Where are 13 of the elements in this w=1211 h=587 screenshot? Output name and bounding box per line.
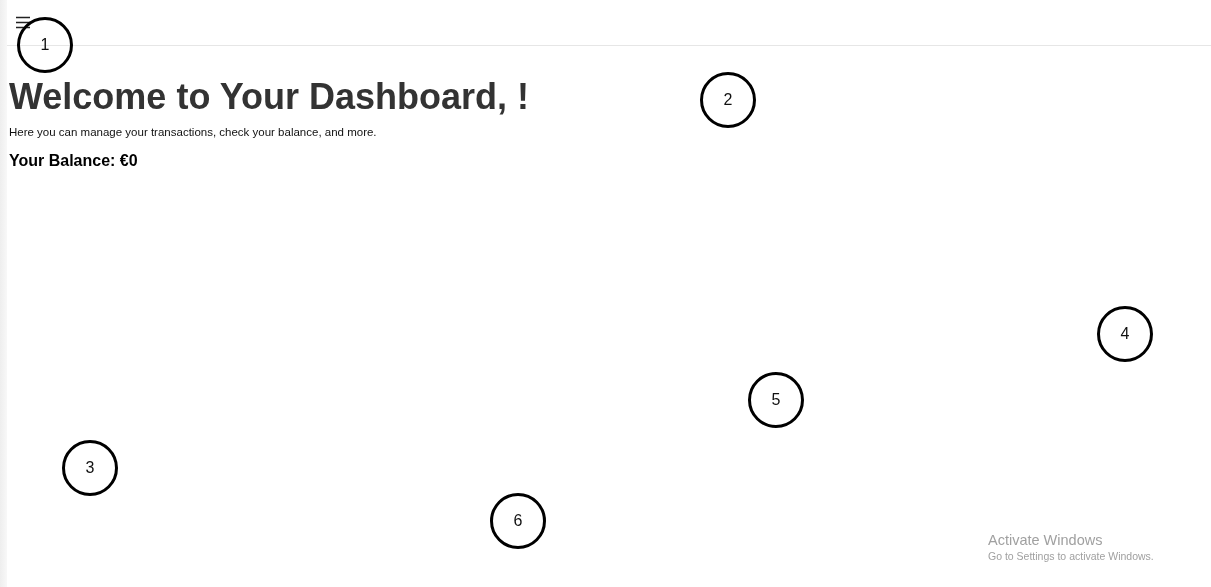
balance-text: Your Balance: €0 — [9, 152, 139, 170]
numbered-callout: 2 — [700, 72, 756, 128]
numbered-callout: 5 — [748, 372, 804, 428]
menu-button[interactable] — [14, 14, 32, 31]
menu-icon — [16, 16, 30, 29]
numbered-callout: 6 — [490, 493, 546, 549]
activation-title: Activate Windows — [988, 532, 1104, 548]
numbered-callout: 3 — [62, 440, 118, 496]
numbered-callout: 1 — [17, 17, 73, 73]
activation-hint: Go to Settings to activate Windows. — [988, 550, 1154, 562]
intro-text: Here you can manage your transactions, check your balance, and more. — [9, 126, 378, 138]
numbered-callout: 4 — [1097, 306, 1153, 362]
welcome-heading: Welcome to Your Dashboard, ! — [9, 76, 530, 118]
